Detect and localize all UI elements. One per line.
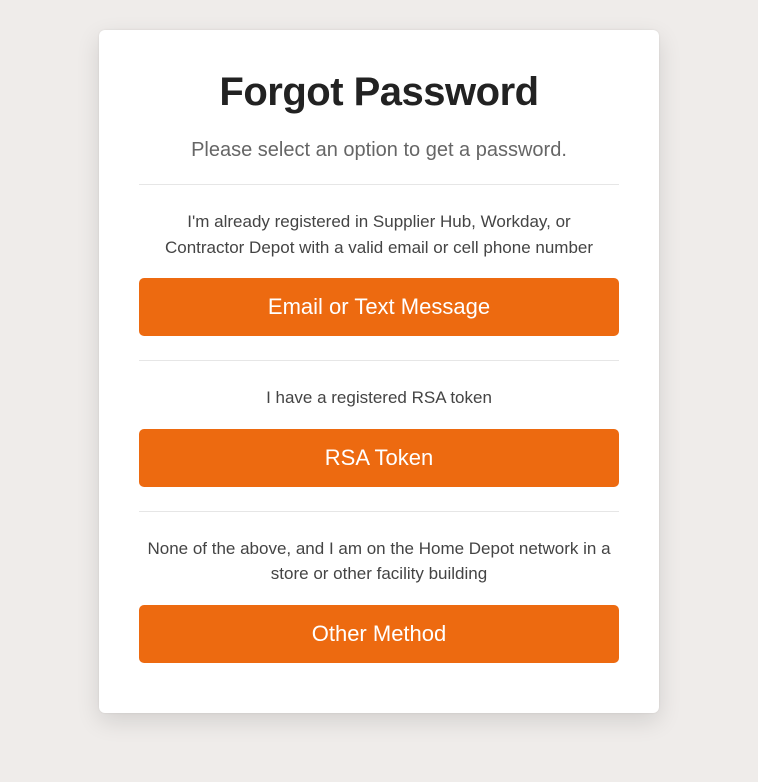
option-description-email-text: I'm already registered in Supplier Hub, … [139, 185, 619, 278]
page-subtitle: Please select an option to get a passwor… [139, 139, 619, 162]
option-description-rsa: I have a registered RSA token [139, 361, 619, 429]
email-or-text-button[interactable]: Email or Text Message [139, 278, 619, 336]
forgot-password-card: Forgot Password Please select an option … [99, 30, 659, 713]
page-title: Forgot Password [139, 70, 619, 115]
rsa-token-button[interactable]: RSA Token [139, 429, 619, 487]
option-description-other: None of the above, and I am on the Home … [139, 512, 619, 605]
other-method-button[interactable]: Other Method [139, 605, 619, 663]
